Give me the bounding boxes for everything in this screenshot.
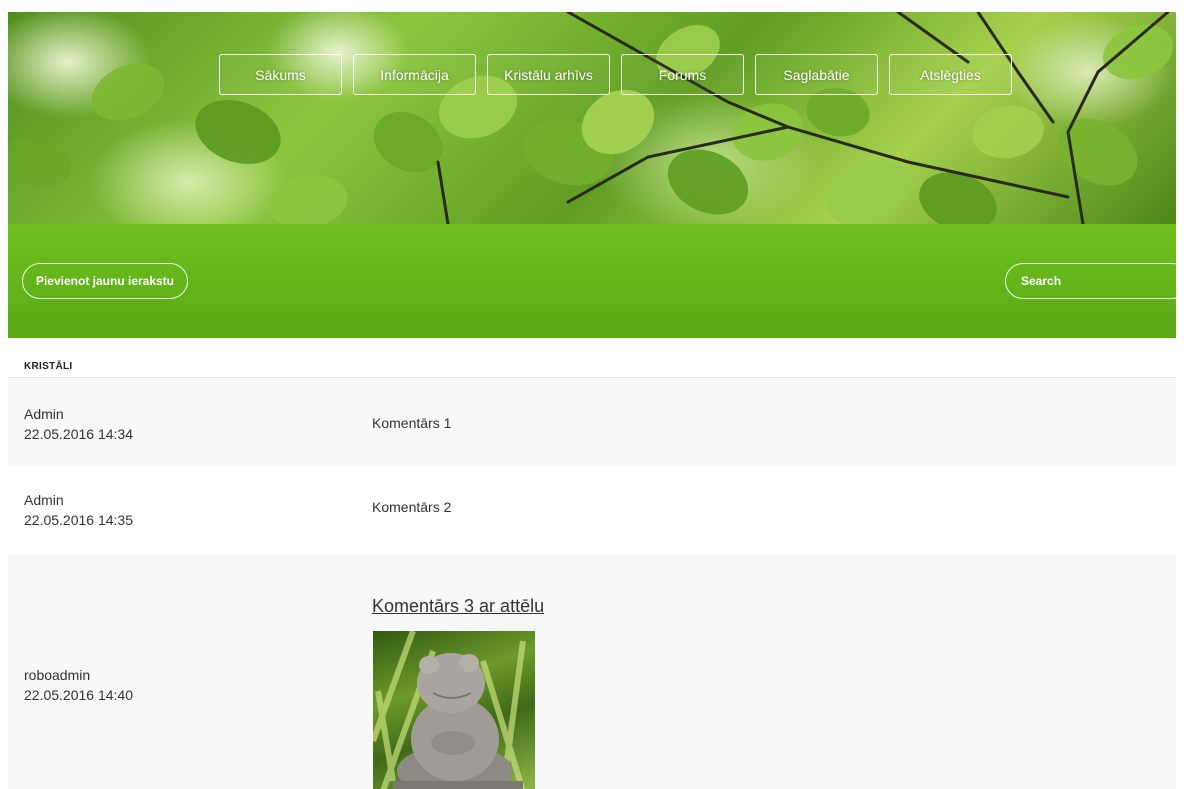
add-new-entry-button[interactable]: Pievienot jaunu ierakstu: [22, 263, 188, 299]
comment-author: Admin: [24, 406, 64, 422]
search-input[interactable]: [1005, 263, 1189, 299]
comment-text: Komentārs 2: [372, 499, 452, 515]
frog-statue-photo: [373, 631, 526, 789]
comment-attachment-image[interactable]: [373, 631, 535, 789]
leaf-background-image: [8, 12, 1173, 224]
nav-item-saglabatie[interactable]: Saglabātie: [755, 54, 878, 95]
section-title: KRISTĀLI: [24, 361, 73, 372]
comment-date: 22.05.2016 14:35: [24, 512, 133, 528]
toolbar: Pievienot jaunu ierakstu: [8, 224, 1189, 338]
comment-row: roboadmin 22.05.2016 14:40 Komentārs 3 a…: [8, 554, 1176, 789]
comment-row: Admin 22.05.2016 14:35 Komentārs 2: [8, 466, 1176, 554]
comment-meta: roboadmin 22.05.2016 14:40: [24, 665, 133, 705]
comment-meta: Admin 22.05.2016 14:34: [24, 404, 133, 444]
comment-date: 22.05.2016 14:40: [24, 687, 133, 703]
comment-author: roboadmin: [24, 667, 91, 683]
comment-text: Komentārs 1: [372, 415, 452, 431]
nav-item-kristalu-arhivs[interactable]: Kristālu arhīvs: [487, 54, 610, 95]
comment-date: 22.05.2016 14:34: [24, 426, 133, 442]
nav-item-atslegties[interactable]: Atslēgties: [889, 54, 1012, 95]
comment-link[interactable]: Komentārs 3 ar attēlu: [372, 596, 544, 617]
main-nav: Sākums Informācija Kristālu arhīvs Forum…: [219, 54, 1012, 95]
comment-author: Admin: [24, 492, 64, 508]
nav-item-forums[interactable]: Forums: [621, 54, 744, 95]
hero-banner: Sākums Informācija Kristālu arhīvs Forum…: [8, 12, 1176, 224]
comment-meta: Admin 22.05.2016 14:35: [24, 490, 133, 530]
nav-item-sakums[interactable]: Sākums: [219, 54, 342, 95]
nav-item-informacija[interactable]: Informācija: [353, 54, 476, 95]
comment-row: Admin 22.05.2016 14:34 Komentārs 1: [8, 378, 1176, 466]
